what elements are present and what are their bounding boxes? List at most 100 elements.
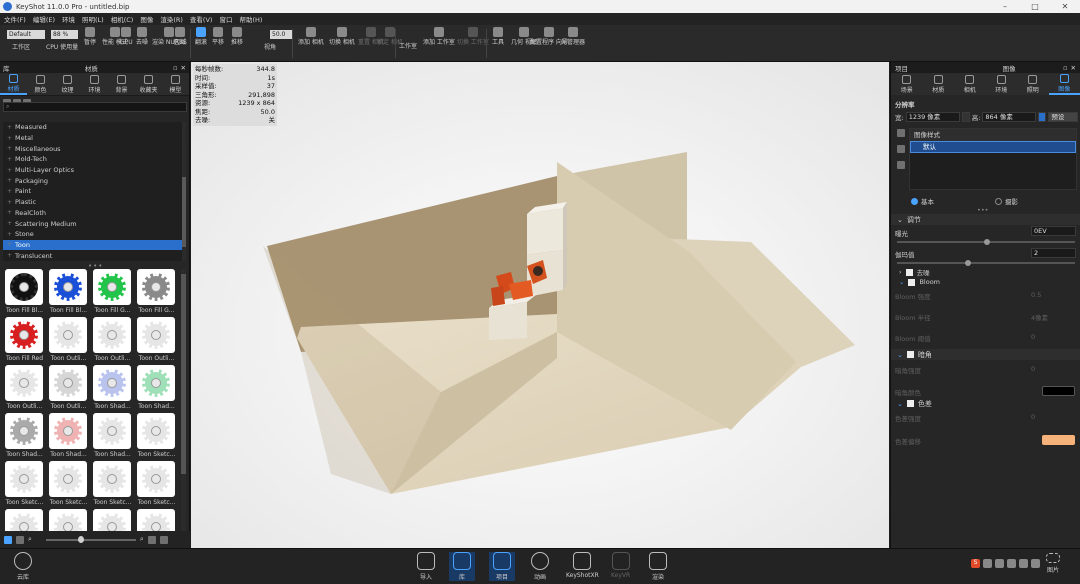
chromatic-section-header[interactable]: ⌄ 色差	[891, 398, 1080, 409]
float-icon[interactable]: ▫	[1063, 64, 1067, 72]
pan-button[interactable]: 平移	[212, 27, 224, 46]
tab-environment[interactable]: 环境	[986, 73, 1018, 95]
vignette-section-header[interactable]: ⌄ 暗角	[891, 349, 1080, 360]
tree-item[interactable]: Paint	[3, 186, 186, 197]
material-thumbnail[interactable]	[47, 509, 90, 531]
lock-ratio-icon[interactable]	[961, 112, 970, 122]
tray-icon[interactable]	[1019, 559, 1028, 568]
grid-view-icon[interactable]	[4, 535, 12, 544]
thumbnails-scrollbar[interactable]	[181, 269, 186, 531]
vignette-checkbox[interactable]	[906, 351, 914, 358]
tray-icon[interactable]	[1007, 559, 1016, 568]
tree-item[interactable]: Metal	[3, 133, 186, 144]
tab-favorites[interactable]: 收藏夹	[135, 73, 162, 95]
render-button[interactable]: 渲染	[649, 552, 667, 581]
denoise-checkbox[interactable]	[905, 268, 913, 276]
tab-lighting[interactable]: 照明	[1017, 73, 1049, 95]
menu-lighting[interactable]: 照明(L)	[82, 14, 104, 24]
adjust-section-header[interactable]: ⌄ 调节	[891, 214, 1080, 225]
fov-button[interactable]: 视角	[264, 44, 276, 51]
minimize-button[interactable]: –	[990, 0, 1020, 13]
tab-backplates[interactable]: 背景	[108, 73, 135, 95]
pause-button[interactable]: 暂停	[84, 27, 96, 46]
library-button[interactable]: 库	[449, 552, 475, 581]
splitter-handle[interactable]: •••	[977, 206, 989, 214]
dolly-button[interactable]: 推移	[231, 27, 243, 46]
denoise-button[interactable]: 去噪	[136, 27, 148, 46]
image-style-default[interactable]: 默认	[910, 141, 1076, 153]
gpu-button[interactable]: GPU	[120, 27, 133, 46]
tree-item[interactable]: Mold-Tech	[3, 154, 186, 165]
library-search-input[interactable]: ⌕	[3, 102, 187, 112]
tab-textures[interactable]: 纹理	[54, 73, 81, 95]
close-panel-icon[interactable]: ✕	[181, 64, 186, 72]
tab-image[interactable]: 图像	[1048, 73, 1080, 95]
delete-icon[interactable]	[897, 161, 905, 169]
image-style-icon[interactable]	[897, 129, 905, 137]
material-thumbnail[interactable]: Toon Outli...	[47, 365, 90, 413]
material-thumbnail[interactable]: Toon Sketc...	[91, 461, 134, 509]
screenshot-button[interactable]: 图片	[1046, 553, 1060, 574]
material-thumbnail[interactable]	[3, 509, 46, 531]
tree-item[interactable]: Multi-Layer Optics	[3, 165, 186, 176]
close-panel-icon[interactable]: ✕	[1071, 64, 1076, 72]
light-manager-button[interactable]: 光管理器	[561, 27, 585, 46]
tray-icon[interactable]	[995, 559, 1004, 568]
keyshotxr-button[interactable]: KeyShotXR	[566, 552, 599, 579]
tab-colors[interactable]: 颜色	[27, 73, 54, 95]
gamma-slider[interactable]	[897, 262, 1075, 264]
render-viewport[interactable]: 每秒帧数: 344.8 时间: 1s 采样值: 37 三角形: 291,898 资源: 1…	[191, 62, 889, 548]
material-thumbnail[interactable]: Toon Fill Bl...	[47, 269, 90, 317]
exposure-slider-knob[interactable]	[984, 239, 990, 245]
material-thumbnail[interactable]: Toon Outli...	[135, 317, 178, 365]
tab-camera[interactable]: 相机	[954, 73, 986, 95]
material-thumbnail[interactable]: Toon Shad...	[3, 413, 46, 461]
tree-item[interactable]: RealCloth	[3, 208, 186, 219]
width-input[interactable]: 1239 像素	[905, 112, 960, 122]
menu-file[interactable]: 文件(F)	[4, 14, 26, 24]
tumble-button[interactable]: 翻滚	[195, 27, 207, 46]
tree-item[interactable]: Measured	[3, 122, 186, 133]
tab-environments[interactable]: 环境	[81, 73, 108, 95]
workspace-select[interactable]: Default	[7, 30, 45, 39]
bloom-row[interactable]: ⌄ Bloom	[899, 278, 940, 286]
cloud-library-button[interactable]: 云库	[14, 552, 32, 581]
tree-item[interactable]: Scattering Medium	[3, 218, 186, 229]
material-thumbnail[interactable]	[135, 509, 178, 531]
vignette-color-swatch[interactable]	[1042, 386, 1075, 396]
preset-dropdown[interactable]: 预设	[1048, 112, 1079, 122]
tree-item[interactable]: Miscellaneous	[3, 143, 186, 154]
animation-button[interactable]: 动画	[531, 552, 549, 581]
mode-photo-radio[interactable]: 摄影	[995, 196, 1018, 206]
menu-window[interactable]: 窗口	[219, 14, 232, 24]
gamma-input[interactable]: 2	[1031, 248, 1076, 258]
thumbnails-scroll-thumb[interactable]	[181, 274, 186, 474]
height-input[interactable]: 864 像素	[982, 112, 1037, 122]
menu-image[interactable]: 图像	[140, 14, 153, 24]
menu-environment[interactable]: 环境	[62, 14, 75, 24]
menu-help[interactable]: 帮助(H)	[239, 14, 262, 24]
tools-button[interactable]: 工具	[492, 27, 504, 46]
lock-icon[interactable]	[1038, 112, 1047, 122]
mode-basic-radio[interactable]: 基本	[911, 196, 934, 206]
tree-item[interactable]: Stone	[3, 229, 186, 240]
menu-camera[interactable]: 相机(C)	[111, 14, 134, 24]
material-thumbnail[interactable]: Toon Shad...	[47, 413, 90, 461]
import-button[interactable]: 导入	[417, 552, 435, 581]
material-thumbnail[interactable]: Toon Sketc...	[135, 413, 178, 461]
denoise-row[interactable]: › 去噪	[899, 267, 930, 277]
float-icon[interactable]: ▫	[173, 64, 177, 72]
list-view-icon[interactable]	[16, 535, 24, 544]
tree-scrollbar[interactable]	[182, 122, 186, 261]
close-button[interactable]: ✕	[1050, 0, 1080, 13]
zoom-out-icon[interactable]: ⌕	[28, 535, 32, 544]
exposure-input[interactable]: 0EV	[1031, 226, 1076, 236]
thumbnail-size-slider[interactable]	[45, 535, 136, 543]
material-thumbnail[interactable]: Toon Outli...	[3, 365, 46, 413]
material-thumbnail[interactable]: Toon Sketc...	[47, 461, 90, 509]
menu-edit[interactable]: 编辑(E)	[33, 14, 55, 24]
material-thumbnail[interactable]: Toon Shad...	[91, 413, 134, 461]
tree-item[interactable]: Plastic	[3, 197, 186, 208]
chromatic-color-swatch[interactable]	[1042, 435, 1075, 445]
zoom-in-icon[interactable]: ⌕	[140, 535, 144, 544]
